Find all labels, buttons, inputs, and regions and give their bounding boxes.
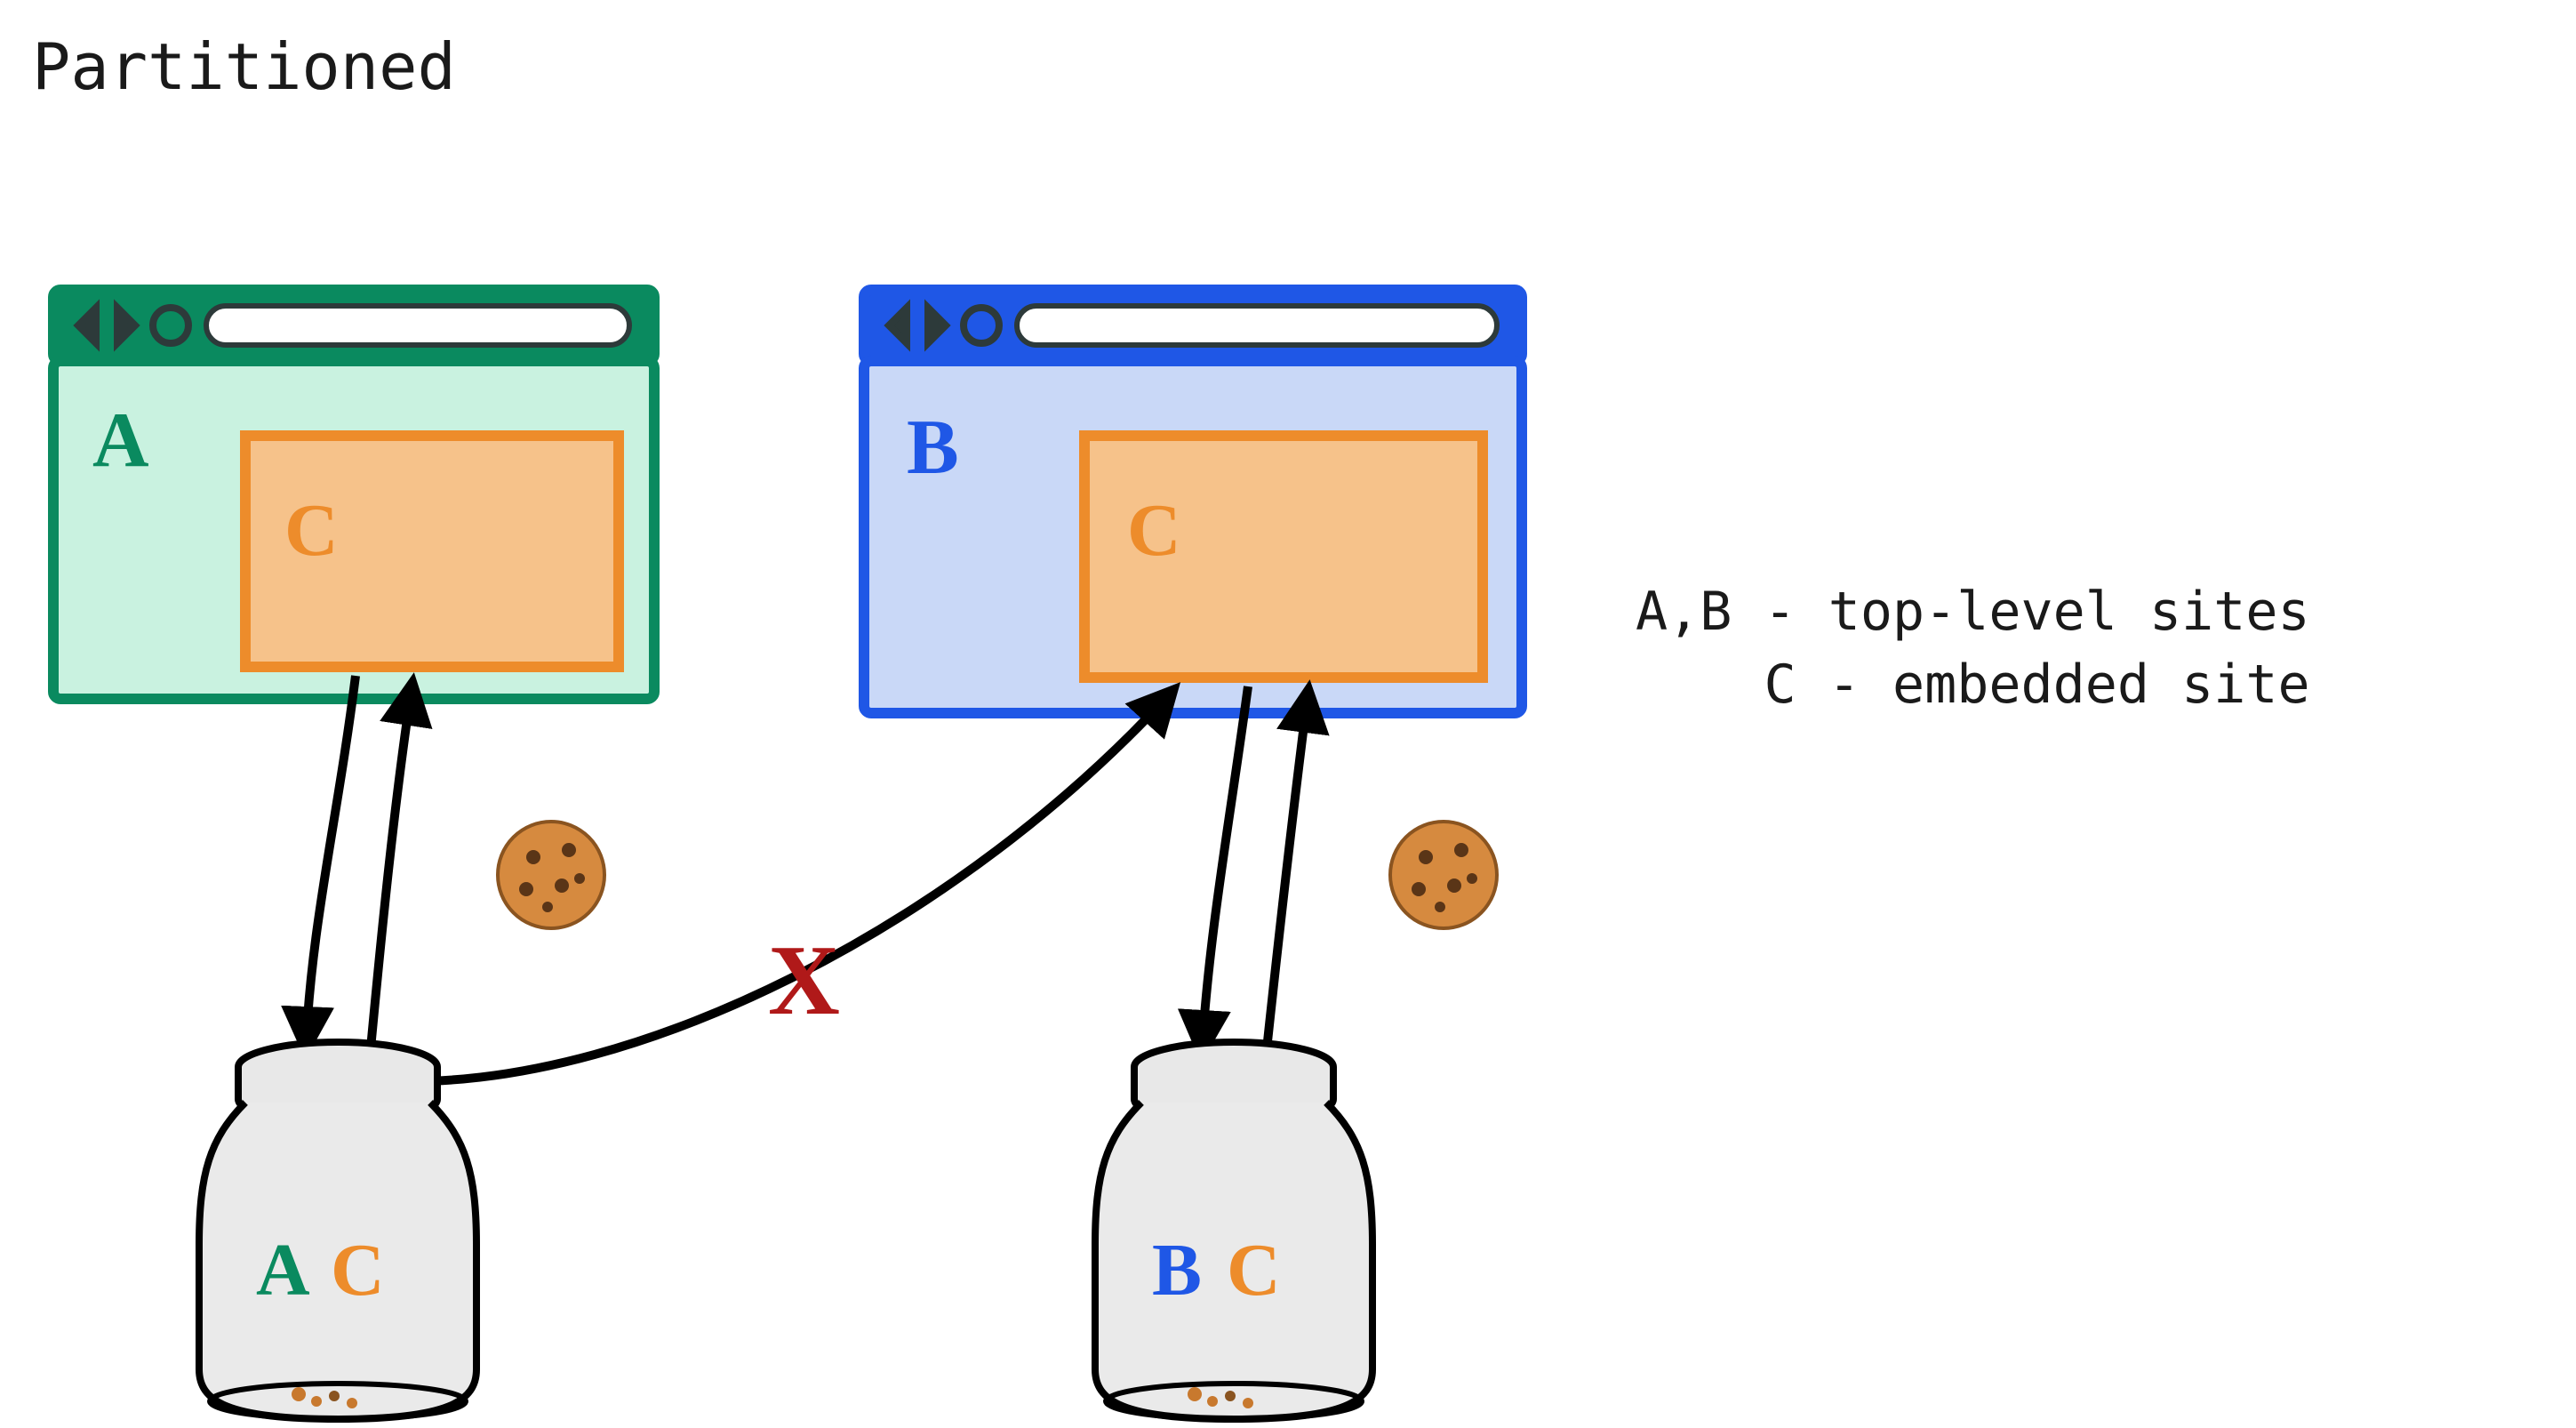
jar-label-c-1: C	[331, 1229, 385, 1312]
cookie-icon-a	[498, 822, 604, 928]
arrow-b-bidirectional	[1202, 686, 1308, 1058]
browser-window-a: A C	[53, 290, 654, 699]
cookie-icon-b	[1390, 822, 1497, 928]
jar-label-a: A	[256, 1229, 310, 1312]
url-bar-a	[206, 306, 629, 345]
jar-label-b: B	[1152, 1229, 1202, 1312]
embed-label-c-a: C	[284, 489, 339, 572]
browser-window-b: B C	[864, 290, 1522, 713]
diagram-canvas: A C B C	[0, 0, 2576, 1428]
jar-label-c-2: C	[1227, 1229, 1281, 1312]
site-label-b: B	[907, 405, 959, 491]
site-label-a: A	[92, 397, 149, 484]
cookie-jar-ac: A C	[199, 1042, 476, 1419]
embed-label-c-b: C	[1127, 489, 1181, 572]
embed-c-in-b: C	[1084, 436, 1483, 678]
arrow-a-bidirectional	[306, 676, 412, 1058]
url-bar-b	[1017, 306, 1497, 345]
cookie-jar-bc: B C	[1095, 1042, 1372, 1419]
embed-c-in-a: C	[245, 436, 619, 667]
blocked-marker: X	[768, 926, 840, 1036]
